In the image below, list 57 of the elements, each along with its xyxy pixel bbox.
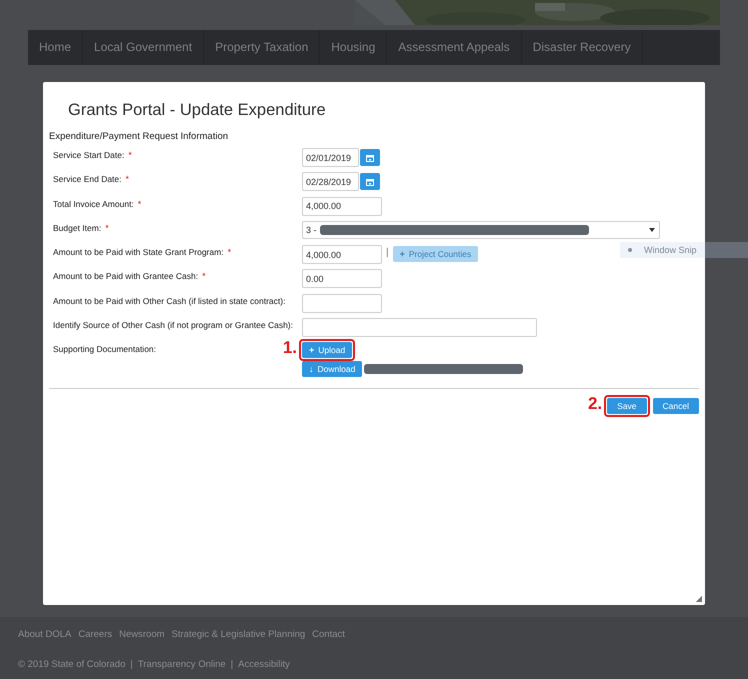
resize-handle[interactable] bbox=[696, 596, 702, 602]
required-marker: * bbox=[126, 174, 130, 184]
footer-link[interactable]: Contact bbox=[312, 629, 345, 640]
section-heading: Expenditure/Payment Request Information bbox=[49, 131, 230, 144]
save-button[interactable]: Save bbox=[607, 398, 647, 414]
footer-link[interactable]: Careers bbox=[78, 629, 112, 640]
input-field[interactable]: 4,000.00 bbox=[302, 245, 382, 264]
footer-link[interactable]: Transparency Online bbox=[138, 659, 226, 670]
field-label: Budget Item: bbox=[53, 222, 102, 233]
required-marker: * bbox=[105, 222, 109, 233]
input-field[interactable]: 02/01/2019 bbox=[302, 148, 359, 167]
input-field[interactable] bbox=[302, 318, 537, 338]
field-label: Supporting Documentation: bbox=[53, 344, 156, 354]
dot-icon bbox=[628, 248, 632, 252]
field-label: Amount to be Paid with Other Cash (if listed in state contract): bbox=[53, 296, 286, 306]
required-marker: * bbox=[202, 271, 206, 282]
required-marker: * bbox=[228, 247, 232, 258]
nav-link[interactable]: Housing bbox=[320, 30, 388, 65]
required-marker: * bbox=[128, 150, 132, 160]
dialog-title: Grants Portal - Update Expenditure bbox=[67, 101, 327, 121]
footer-link[interactable]: About DOLA bbox=[18, 629, 72, 640]
dropdown-value: 3 - bbox=[306, 224, 317, 235]
nav-link[interactable]: Home bbox=[28, 30, 84, 65]
separator: | bbox=[130, 659, 133, 670]
calendar-icon bbox=[366, 178, 374, 186]
footer-link[interactable]: Accessibility bbox=[238, 659, 290, 670]
input-field[interactable]: 02/28/2019 bbox=[302, 172, 359, 192]
separator: | bbox=[230, 659, 234, 670]
footer-link[interactable]: Newsroom bbox=[119, 629, 165, 640]
footer-link[interactable]: Strategic & Legislative Planning bbox=[172, 629, 306, 640]
nav-link[interactable]: Property Taxation bbox=[204, 30, 320, 65]
tooltip-text: Window Snip bbox=[644, 245, 697, 255]
copyright-text: © 2019 State of Colorado bbox=[18, 659, 126, 670]
step-number: 1. bbox=[282, 338, 297, 358]
field-label: Service End Date: bbox=[53, 174, 122, 184]
upload-button[interactable]: + Upload bbox=[302, 342, 352, 358]
dropdown[interactable]: 3 - bbox=[302, 220, 660, 239]
field-label: Total Invoice Amount: bbox=[53, 198, 134, 209]
nav-link[interactable]: Local Government bbox=[83, 30, 204, 65]
nav-link[interactable]: Assessment Appeals bbox=[387, 30, 522, 65]
field-label: Amount to be Paid with State Grant Program: bbox=[53, 247, 224, 258]
step-number: 2. bbox=[588, 394, 602, 414]
download-button[interactable]: ↓ Download bbox=[302, 361, 362, 378]
input-field[interactable]: 4,000.00 bbox=[302, 196, 382, 216]
nav-link[interactable]: Disaster Recovery bbox=[522, 30, 643, 65]
input-field[interactable]: 0.00 bbox=[302, 269, 382, 288]
calendar-button[interactable] bbox=[360, 173, 380, 190]
calendar-icon bbox=[366, 154, 374, 162]
required-marker: * bbox=[138, 198, 142, 209]
separator: | bbox=[386, 247, 389, 258]
calendar-button[interactable] bbox=[360, 149, 380, 166]
cancel-button[interactable]: Cancel bbox=[652, 398, 699, 414]
input-field[interactable] bbox=[302, 294, 382, 313]
field-label: Identify Source of Other Cash (if not program or Grantee Cash): bbox=[53, 320, 293, 330]
field-label: Service Start Date: bbox=[53, 150, 124, 160]
caret-icon bbox=[649, 228, 655, 232]
field-label: Amount to be Paid with Grantee Cash: bbox=[53, 271, 198, 282]
